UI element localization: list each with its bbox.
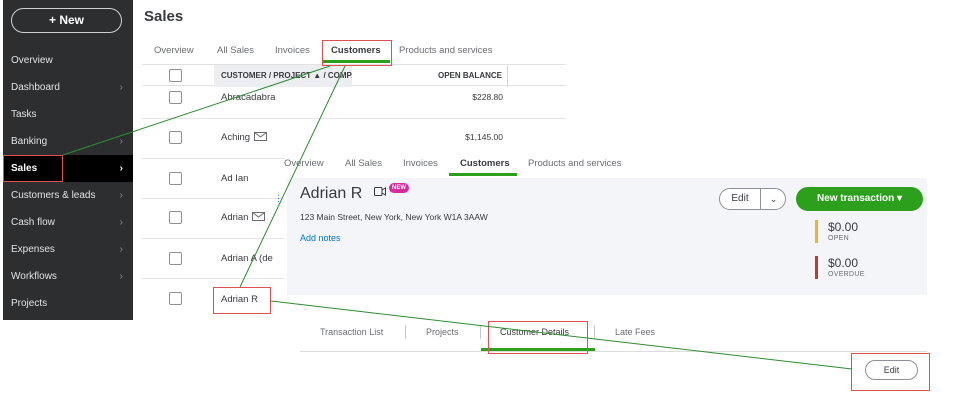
sidebar-item-label: Tasks: [11, 109, 37, 120]
subtab-late-fees[interactable]: Late Fees: [615, 327, 655, 337]
detail-tab-invoices[interactable]: Invoices: [403, 158, 438, 169]
detail-tab-customers[interactable]: Customers: [460, 158, 510, 169]
customer-name-link[interactable]: Adrian: [221, 212, 266, 223]
subtab-projects[interactable]: Projects: [426, 327, 459, 337]
customer-name-link[interactable]: Abracadabra: [221, 92, 275, 103]
tab-all-sales[interactable]: All Sales: [217, 45, 254, 56]
more-options-icon[interactable]: ⋮: [274, 193, 283, 204]
chevron-right-icon: ›: [119, 82, 123, 93]
detail-tab-all-sales[interactable]: All Sales: [345, 158, 382, 169]
open-balance-value: $1,145.00: [465, 132, 503, 142]
row-checkbox[interactable]: [169, 131, 182, 144]
detail-tab-active-underline: [449, 173, 517, 176]
screenshot-root: + New Overview Dashboard › Tasks Banking ›…: [0, 0, 962, 413]
chevron-right-icon: ›: [119, 244, 123, 255]
sidebar-item-projects[interactable]: Projects: [3, 290, 133, 317]
tab-products-services[interactable]: Products and services: [399, 45, 492, 56]
customer-address: 123 Main Street, New York, New York W1A …: [300, 212, 488, 222]
tab-invoices[interactable]: Invoices: [275, 45, 310, 56]
subtab-baseline: [300, 351, 927, 352]
sidebar-item-label: Cash flow: [11, 217, 55, 228]
customer-name-link[interactable]: Aching: [221, 132, 268, 143]
add-notes-link[interactable]: Add notes: [300, 233, 341, 243]
sidebar-item-expenses[interactable]: Expenses ›: [3, 236, 133, 263]
chevron-right-icon: ›: [119, 190, 123, 201]
annotation-box-customers-tab: [322, 40, 392, 66]
row-checkbox[interactable]: [169, 172, 182, 185]
chevron-right-icon: ›: [119, 163, 123, 174]
sidebar-item-cash-flow[interactable]: Cash flow ›: [3, 209, 133, 236]
column-header-open-balance[interactable]: OPEN BALANCE: [432, 65, 508, 87]
sidebar-item-overview[interactable]: Overview: [3, 47, 133, 74]
customer-name-heading: Adrian R: [300, 185, 363, 202]
open-status-bar: [815, 220, 818, 243]
table-header: CUSTOMER / PROJECT ▲ / COMPANY OPEN BALA…: [142, 64, 566, 87]
overdue-amount: $0.00: [828, 256, 859, 270]
detail-tab-products-services[interactable]: Products and services: [528, 158, 621, 169]
video-icon[interactable]: [374, 187, 386, 196]
sidebar-item-label: Banking: [11, 136, 48, 147]
chevron-right-icon: ›: [119, 136, 123, 147]
sidebar-item-label: Projects: [11, 298, 48, 309]
column-header-customer[interactable]: CUSTOMER / PROJECT ▲ / COMPANY: [214, 65, 352, 87]
sidebar-item-label: Workflows: [11, 271, 57, 282]
subtab-divider: [480, 325, 481, 339]
sidebar-item-customers-leads[interactable]: Customers & leads ›: [3, 182, 133, 209]
edit-split-button[interactable]: Edit ⌄: [719, 188, 786, 210]
overdue-label: OVERDUE: [828, 271, 865, 278]
chevron-right-icon: ›: [119, 271, 123, 282]
chevron-down-icon[interactable]: ⌄: [761, 189, 786, 209]
customer-name-link[interactable]: Ad Ian: [221, 173, 248, 184]
chevron-right-icon: ›: [119, 217, 123, 228]
detail-tab-overview[interactable]: Overview: [284, 158, 324, 169]
select-all-checkbox[interactable]: [169, 69, 182, 82]
sidebar-item-tasks[interactable]: Tasks: [3, 101, 133, 128]
page-title: Sales: [144, 8, 184, 25]
edit-button[interactable]: Edit: [720, 189, 760, 209]
sidebar-item-label: Expenses: [11, 244, 55, 255]
subtab-transaction-list[interactable]: Transaction List: [320, 327, 383, 337]
sidebar-item-label: Dashboard: [11, 82, 60, 93]
sidebar-item-label: Overview: [11, 55, 53, 66]
open-amount: $0.00: [828, 220, 859, 234]
new-button[interactable]: + New: [11, 8, 122, 33]
overdue-status-bar: [815, 256, 818, 279]
open-balance-value: $228.80: [472, 92, 503, 102]
new-badge: NEW: [389, 183, 409, 193]
subtab-divider: [594, 325, 595, 339]
sidebar-item-dashboard[interactable]: Dashboard ›: [3, 74, 133, 101]
open-label: OPEN: [828, 235, 850, 242]
mail-icon[interactable]: [254, 132, 268, 141]
annotation-box-customer-details: [488, 321, 588, 354]
row-divider: [142, 118, 566, 119]
new-transaction-button[interactable]: New transaction ▾: [796, 187, 923, 211]
sidebar-item-banking[interactable]: Banking ›: [3, 128, 133, 155]
annotation-box-edit: [851, 353, 930, 391]
annotation-box-sales: [3, 155, 63, 182]
customer-name-text: Adrian: [221, 212, 249, 223]
column-divider: [507, 65, 508, 87]
subtab-divider: [405, 325, 406, 339]
row-checkbox[interactable]: [169, 292, 182, 305]
sidebar-item-workflows[interactable]: Workflows ›: [3, 263, 133, 290]
customer-name-text: Aching: [221, 132, 251, 143]
annotation-box-adrian-r: [213, 287, 271, 314]
tab-overview[interactable]: Overview: [154, 45, 194, 56]
row-checkbox[interactable]: [169, 91, 182, 104]
mail-icon[interactable]: [252, 212, 266, 221]
row-checkbox[interactable]: [169, 252, 182, 265]
customer-name-link[interactable]: Adrian A (de: [221, 253, 273, 264]
row-checkbox[interactable]: [169, 211, 182, 224]
sidebar-item-label: Customers & leads: [11, 190, 96, 201]
